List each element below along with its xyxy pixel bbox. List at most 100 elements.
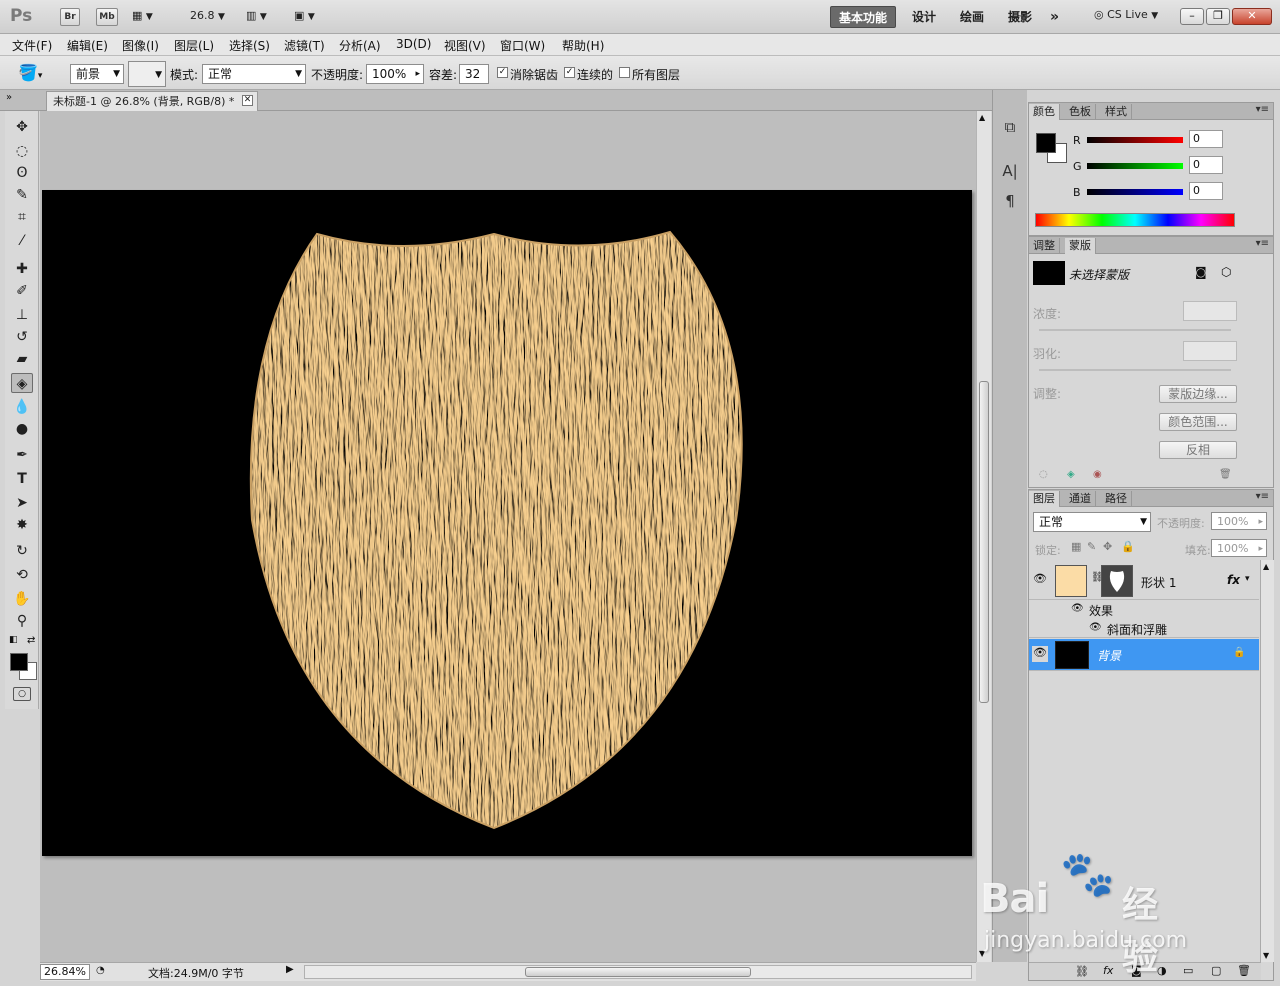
status-menu-arrow-icon[interactable]: ▶	[286, 964, 294, 975]
color-spectrum-ramp[interactable]	[1035, 213, 1235, 227]
vertical-scrollbar[interactable]: ▲ ▼	[976, 111, 991, 962]
tab-styles[interactable]: 样式	[1101, 104, 1132, 120]
lock-transparency-icon[interactable]: ▦	[1071, 540, 1081, 553]
layer-fill-input[interactable]: 100% ▸	[1211, 539, 1267, 557]
antialias-checkbox[interactable]: ✓	[497, 67, 508, 78]
add-layer-style-icon[interactable]: fx	[1103, 964, 1113, 977]
default-colors-icon[interactable]: ◧	[9, 635, 18, 645]
horizontal-scroll-thumb[interactable]	[525, 967, 751, 977]
g-slider[interactable]	[1087, 163, 1183, 169]
pixel-mask-icon[interactable]: ◙	[1195, 265, 1207, 279]
marquee-tool-icon[interactable]: ◌	[11, 141, 33, 161]
menu-layer[interactable]: 图层(L)	[174, 37, 214, 54]
vector-mask-icon[interactable]: ⬡	[1221, 265, 1231, 279]
contiguous-checkbox[interactable]: ✓	[564, 67, 575, 78]
layer-visibility-eye-icon[interactable]: 👁	[1032, 572, 1048, 588]
foreground-color-front[interactable]	[10, 653, 28, 671]
swap-colors-icon[interactable]: ⇄	[27, 635, 35, 646]
tab-swatches[interactable]: 色板	[1065, 104, 1096, 120]
tab-adjustments[interactable]: 调整	[1029, 238, 1060, 254]
b-slider[interactable]	[1087, 189, 1183, 195]
workspace-photography[interactable]: 摄影	[1000, 6, 1040, 28]
new-layer-icon[interactable]: ▢	[1211, 964, 1221, 977]
color-range-button[interactable]: 颜色范围...	[1159, 413, 1237, 431]
collapse-effects-icon[interactable]: ▾	[1245, 574, 1250, 584]
tolerance-input[interactable]: 32	[459, 64, 489, 84]
delete-layer-icon[interactable]: 🗑	[1237, 964, 1251, 977]
bevel-emboss-row[interactable]: 👁 斜面和浮雕	[1029, 619, 1259, 638]
feather-slider[interactable]	[1039, 369, 1231, 371]
blur-tool-icon[interactable]: 💧	[11, 397, 33, 417]
new-group-icon[interactable]: ▭	[1183, 964, 1193, 977]
pattern-picker[interactable]: ▼	[128, 61, 166, 87]
invert-button[interactable]: 反相	[1159, 441, 1237, 459]
bevel-visibility-eye-icon[interactable]: 👁	[1089, 622, 1102, 633]
workspace-painting[interactable]: 绘画	[952, 6, 992, 28]
close-button[interactable]: ✕	[1232, 8, 1272, 25]
r-input[interactable]: 0	[1189, 130, 1223, 148]
healing-brush-tool-icon[interactable]: ✚	[11, 259, 33, 279]
minimize-button[interactable]: –	[1180, 8, 1204, 25]
layers-scroll-up-icon[interactable]: ▲	[1263, 562, 1269, 571]
tab-color[interactable]: 颜色	[1029, 104, 1060, 120]
menu-view[interactable]: 视图(V)	[444, 37, 486, 54]
opacity-input[interactable]: 100% ▸	[366, 64, 424, 84]
more-workspaces-button[interactable]: »	[1042, 6, 1067, 28]
clone-stamp-tool-icon[interactable]: ⊥	[11, 305, 33, 325]
layer-effects-icon[interactable]: fx	[1227, 573, 1240, 587]
masks-panel-menu-icon[interactable]: ▾≡	[1256, 238, 1269, 249]
menu-select[interactable]: 选择(S)	[229, 37, 270, 54]
crop-tool-icon[interactable]: ⌗	[11, 207, 33, 227]
lock-position-icon[interactable]: ✥	[1103, 540, 1112, 553]
status-zoom-field[interactable]: 26.84%	[40, 964, 90, 980]
layers-scrollbar[interactable]: ▲ ▼	[1260, 560, 1274, 962]
path-selection-tool-icon[interactable]: ➤	[11, 493, 33, 513]
tab-paths[interactable]: 路径	[1101, 491, 1132, 507]
status-preview-icon[interactable]: ◔	[96, 965, 105, 976]
document-canvas[interactable]	[42, 190, 972, 856]
menu-help[interactable]: 帮助(H)	[562, 37, 604, 54]
effects-visibility-eye-icon[interactable]: 👁	[1071, 603, 1084, 614]
3d-rotate-tool-icon[interactable]: ↻	[11, 541, 33, 561]
scroll-up-icon[interactable]: ▲	[979, 113, 985, 122]
mask-edge-button[interactable]: 蒙版边缘...	[1159, 385, 1237, 403]
load-selection-icon[interactable]: ◌	[1039, 469, 1048, 480]
eyedropper-tool-icon[interactable]: ⁄	[11, 231, 33, 251]
quick-mask-icon[interactable]: ○	[13, 687, 31, 701]
screen-mode-button[interactable]: ▣ ▼	[294, 9, 315, 22]
mode-select[interactable]: 正常 ▼	[202, 64, 306, 84]
pen-tool-icon[interactable]: ✒	[11, 445, 33, 465]
horizontal-scrollbar[interactable]	[304, 965, 972, 979]
menu-image[interactable]: 图像(I)	[122, 37, 159, 54]
layer-opacity-input[interactable]: 100% ▸	[1211, 512, 1267, 530]
dodge-tool-icon[interactable]: ●	[11, 419, 33, 439]
tab-channels[interactable]: 通道	[1065, 491, 1096, 507]
hand-tool-icon[interactable]: ✋	[11, 589, 33, 609]
layer-background[interactable]: 👁 背景 🔒	[1029, 639, 1259, 671]
g-input[interactable]: 0	[1189, 156, 1223, 174]
lock-all-icon[interactable]: 🔒	[1121, 540, 1135, 553]
history-brush-tool-icon[interactable]: ↺	[11, 327, 33, 347]
view-extras-button[interactable]: ▦ ▼	[132, 9, 153, 22]
custom-shape-tool-icon[interactable]: ✸	[11, 515, 33, 535]
paint-bucket-preset-icon[interactable]: 🪣▾	[18, 63, 42, 82]
density-slider[interactable]	[1039, 329, 1231, 331]
eraser-tool-icon[interactable]: ▰	[11, 349, 33, 369]
move-tool-icon[interactable]: ✥	[11, 117, 33, 137]
quick-selection-tool-icon[interactable]: ✎	[11, 185, 33, 205]
bridge-button[interactable]: Br	[60, 8, 80, 26]
brush-tool-icon[interactable]: ✐	[11, 281, 33, 301]
zoom-tool-icon[interactable]: ⚲	[11, 611, 33, 631]
feather-input[interactable]	[1183, 341, 1237, 361]
collapse-toolbox-icon[interactable]: »	[6, 92, 12, 103]
fill-source-select[interactable]: 前景 ▼	[70, 64, 124, 84]
r-slider[interactable]	[1087, 137, 1183, 143]
tab-masks[interactable]: 蒙版	[1065, 238, 1096, 254]
background-visibility-eye-icon[interactable]: 👁	[1032, 646, 1048, 662]
all-layers-checkbox[interactable]	[619, 67, 630, 78]
workspace-essentials[interactable]: 基本功能	[830, 6, 897, 28]
menu-edit[interactable]: 编辑(E)	[67, 37, 108, 54]
color-panel-menu-icon[interactable]: ▾≡	[1256, 104, 1269, 115]
menu-filter[interactable]: 滤镜(T)	[284, 37, 325, 54]
character-panel-icon[interactable]: A|	[999, 160, 1021, 182]
